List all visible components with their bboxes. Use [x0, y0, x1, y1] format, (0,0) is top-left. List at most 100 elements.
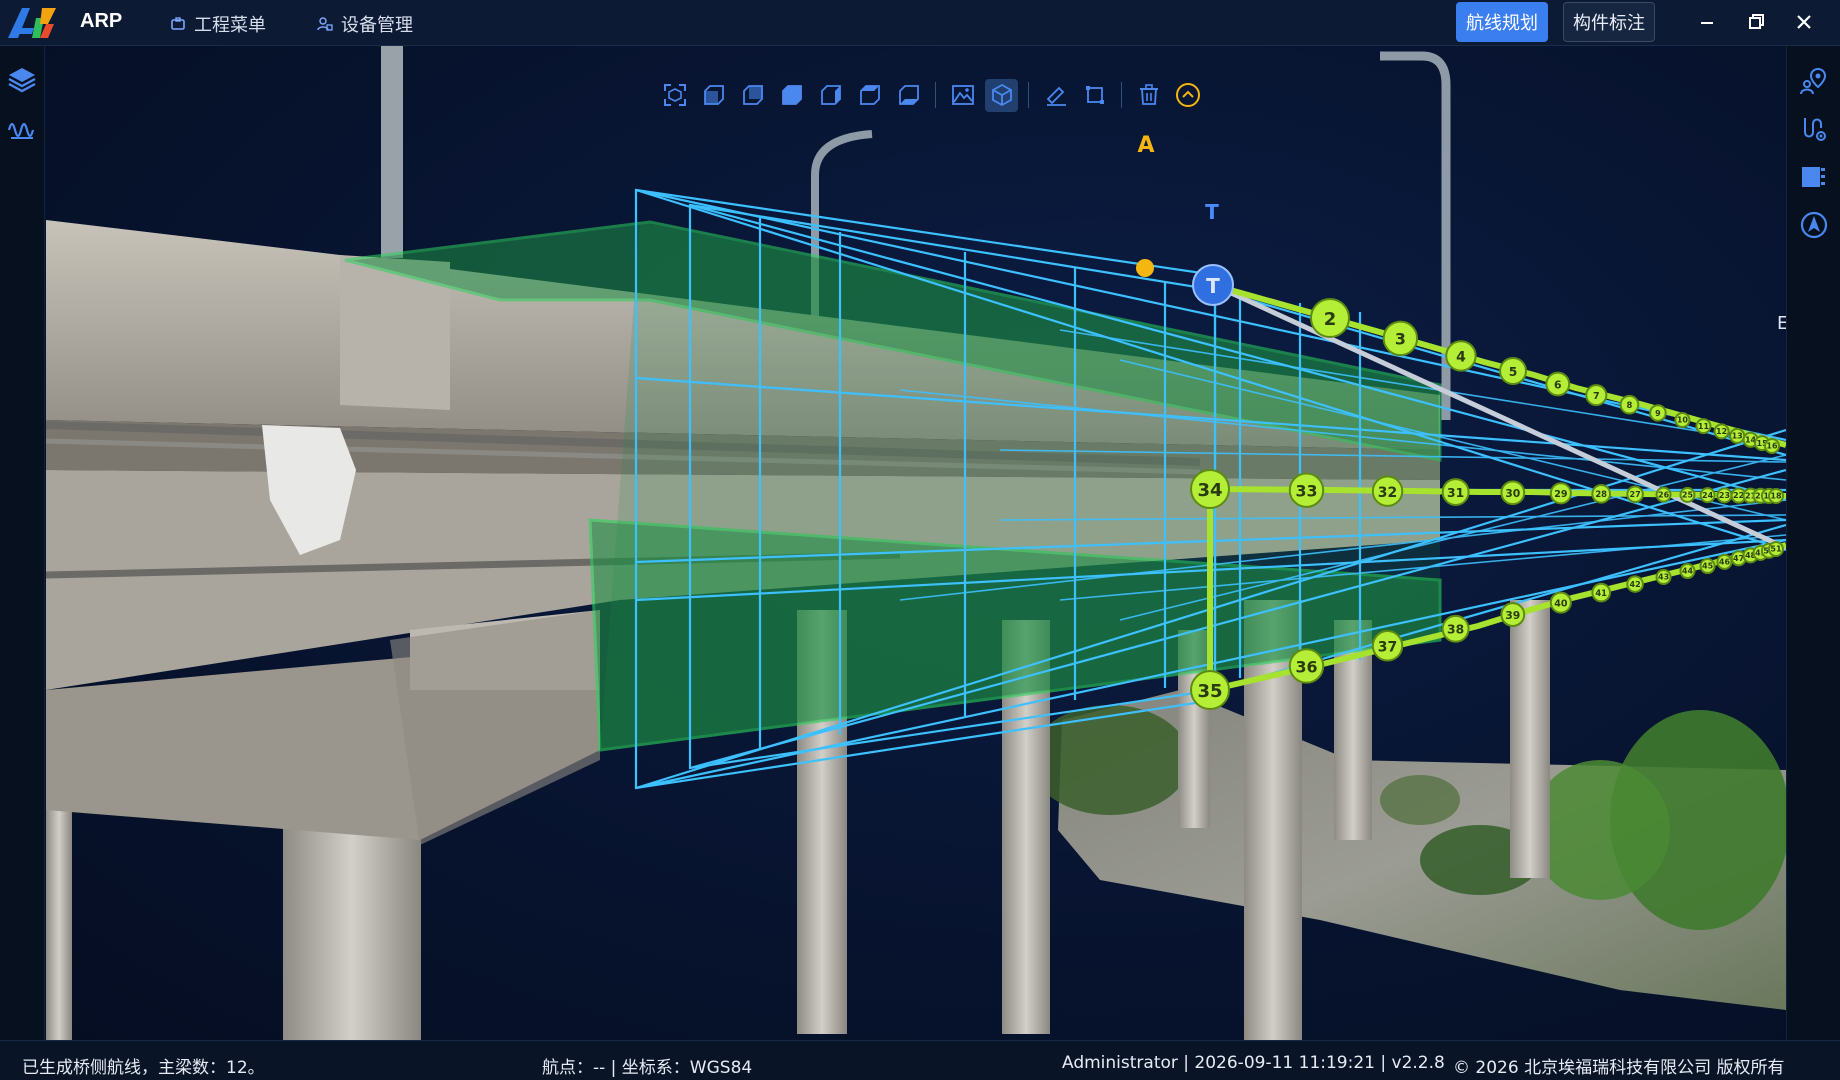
measure-button[interactable] — [1039, 79, 1072, 112]
middle-row-waypoint[interactable]: 18 — [1768, 488, 1784, 504]
top-row-waypoint[interactable]: 9 — [1649, 404, 1667, 422]
waypoint-label: 4 — [1456, 350, 1466, 366]
waypoint-label: 10 — [1677, 416, 1689, 425]
waypoint-label: 27 — [1630, 490, 1641, 499]
middle-row-waypoint[interactable]: 29 — [1549, 482, 1572, 505]
middle-row-waypoint[interactable]: 26 — [1655, 486, 1672, 503]
briefcase-icon — [171, 17, 185, 30]
middle-row-waypoint[interactable]: 24 — [1699, 487, 1716, 504]
bottom-row-waypoint[interactable]: 46 — [1716, 553, 1733, 570]
menu-project-label: 工程菜单 — [194, 15, 266, 36]
waypoint-label: 40 — [1554, 598, 1568, 609]
waypoint-label: 28 — [1595, 489, 1607, 499]
3d-viewport[interactable]: 2 3 4 5 6 7 8 9 10 11 12 13 14 15 16 34 33 32 31 30 29 28 27 26… — [46, 46, 1786, 1040]
waypoint-label: 6 — [1554, 378, 1562, 391]
waypoint-label: 41 — [1595, 588, 1607, 598]
copyright: © 2026 北京埃福瑞科技有限公司 版权所有 — [1453, 1058, 1785, 1078]
bottom-row-waypoint[interactable]: 41 — [1591, 582, 1612, 603]
waypoint-label: 11 — [1698, 422, 1710, 431]
middle-row-waypoint[interactable]: 31 — [1441, 478, 1470, 506]
delete-button[interactable] — [1132, 79, 1165, 112]
top-row-waypoint[interactable]: 10 — [1674, 412, 1691, 429]
top-row-waypoint[interactable]: 3 — [1382, 320, 1419, 357]
waypoint-label: 29 — [1554, 489, 1568, 500]
takeoff-marker[interactable]: T — [1192, 264, 1234, 306]
left-sidebar — [0, 46, 45, 1040]
waypoint-label: 36 — [1295, 657, 1317, 676]
view-toolbar — [652, 76, 1210, 114]
view-left-button[interactable] — [775, 79, 808, 112]
layers-icon[interactable] — [7, 64, 37, 94]
route-settings-icon[interactable] — [1799, 114, 1829, 144]
top-row-waypoint[interactable]: 5 — [1499, 357, 1527, 385]
bottom-row-waypoint[interactable]: 36 — [1288, 648, 1325, 684]
terrain-icon — [951, 85, 974, 105]
middle-row-waypoint[interactable]: 23 — [1716, 487, 1733, 504]
bottom-row-waypoint[interactable]: 51 — [1768, 541, 1784, 557]
view-front-button[interactable] — [697, 79, 730, 112]
terrain-button[interactable] — [946, 79, 979, 112]
middle-row-waypoint[interactable]: 30 — [1500, 480, 1526, 506]
map-pin-user-icon[interactable] — [1799, 66, 1829, 96]
view-reset-button[interactable] — [658, 79, 691, 112]
view-bottom-button[interactable] — [892, 79, 925, 112]
waveform-icon[interactable] — [7, 114, 37, 144]
top-row-waypoint[interactable]: 6 — [1545, 371, 1571, 397]
top-row-waypoint[interactable]: 8 — [1619, 394, 1640, 415]
view-right-button[interactable] — [814, 79, 847, 112]
component-icon[interactable] — [1799, 162, 1829, 192]
waypoint-label: 39 — [1505, 609, 1520, 622]
middle-row-waypoint[interactable]: 34 — [1190, 469, 1230, 509]
delete-icon — [1139, 84, 1158, 105]
close-icon[interactable] — [1792, 10, 1816, 34]
bottom-row-waypoint[interactable]: 39 — [1500, 602, 1526, 627]
minimize-icon[interactable] — [1695, 10, 1719, 34]
bottom-row-waypoint[interactable]: 38 — [1441, 614, 1470, 643]
restore-icon[interactable] — [1744, 10, 1768, 34]
bridge-scene: 2345678910111213 14 151634 33 32 31 30 29 28 27 26… — [46, 46, 1786, 1040]
area-button[interactable] — [1078, 79, 1111, 112]
middle-row-waypoint[interactable]: 28 — [1591, 484, 1612, 504]
collapse-up-icon — [1175, 83, 1200, 107]
view-back-button[interactable] — [736, 79, 769, 112]
takeoff-marker-label: T — [1206, 274, 1220, 298]
view-top-button[interactable] — [853, 79, 886, 112]
top-row-waypoint[interactable]: 7 — [1585, 384, 1608, 407]
bottom-row-waypoint[interactable]: 45 — [1699, 558, 1716, 575]
bottom-row-waypoint[interactable]: 37 — [1371, 630, 1404, 662]
bottom-row-waypoint[interactable]: 35 — [1190, 670, 1230, 710]
top-row-waypoint[interactable]: 2 — [1310, 298, 1350, 338]
app-name: ARP — [80, 10, 123, 32]
model-button[interactable] — [985, 78, 1018, 112]
waypoint-label: 43 — [1658, 573, 1669, 582]
menu-device[interactable]: 设备管理 — [317, 11, 413, 37]
route-planning-button[interactable]: 航线规划 — [1456, 2, 1548, 42]
top-row-waypoint[interactable]: 13 — [1729, 427, 1746, 444]
middle-row-waypoint[interactable]: 33 — [1288, 472, 1325, 508]
middle-row-waypoint[interactable]: 32 — [1371, 475, 1404, 507]
navigation-icon[interactable] — [1799, 210, 1829, 240]
waypoint-label: 5 — [1509, 365, 1518, 379]
top-row-waypoint[interactable]: 12 — [1713, 423, 1730, 440]
measure-icon — [1046, 86, 1066, 106]
component-annotation-button[interactable]: 构件标注 — [1563, 2, 1655, 42]
top-row-waypoint[interactable]: 16 — [1764, 438, 1780, 454]
bottom-row-waypoint[interactable]: 43 — [1655, 569, 1672, 586]
waypoint-label: 37 — [1378, 639, 1397, 655]
middle-row-waypoint[interactable]: 25 — [1679, 486, 1696, 503]
point-a-marker[interactable] — [1136, 259, 1154, 277]
top-row-waypoint[interactable]: 4 — [1445, 340, 1477, 372]
middle-row-waypoint[interactable]: 27 — [1626, 485, 1644, 504]
menu-project[interactable]: 工程菜单 — [170, 11, 266, 37]
waypoint-label: 35 — [1197, 681, 1222, 702]
top-row-waypoint[interactable]: 11 — [1695, 418, 1712, 435]
collapse-toolbar-button[interactable] — [1171, 79, 1204, 112]
waypoint-label: 33 — [1295, 482, 1317, 501]
bottom-row-waypoint[interactable]: 44 — [1679, 563, 1696, 580]
edge-letter: E — [1777, 313, 1786, 334]
bottom-row-waypoint[interactable]: 42 — [1626, 575, 1644, 593]
waypoint-label: 13 — [1732, 432, 1743, 441]
ground-point-cloud — [1030, 690, 1786, 1010]
bottom-row-waypoint[interactable]: 40 — [1549, 591, 1572, 614]
user-info: Administrator | 2026-09-11 11:19:21 | v2… — [1062, 1053, 1445, 1073]
